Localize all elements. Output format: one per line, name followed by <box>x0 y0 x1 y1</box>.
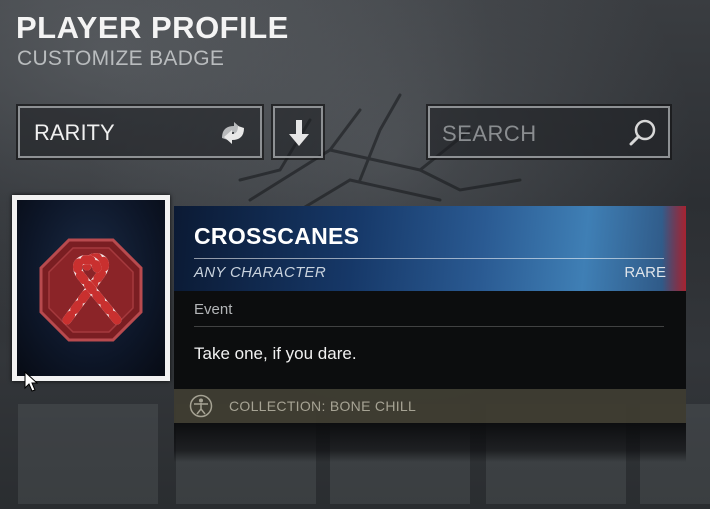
swap-arrows-icon[interactable] <box>216 118 250 148</box>
selected-badge-card[interactable] <box>12 195 170 381</box>
collection-label: COLLECTION: BONE CHILL <box>229 398 417 414</box>
search-field[interactable]: SEARCH <box>426 104 672 160</box>
magnifier-icon[interactable] <box>628 118 658 148</box>
crossed-candy-canes-icon <box>39 238 143 342</box>
header-divider <box>194 258 664 259</box>
page-subtitle: CUSTOMIZE BADGE <box>17 47 225 70</box>
badge-owner: ANY CHARACTER <box>194 264 326 281</box>
search-input[interactable]: SEARCH <box>442 121 537 147</box>
vitruvian-man-icon <box>189 394 213 418</box>
tooltip-body: Event Take one, if you dare. <box>174 291 686 389</box>
rarity-filter-dropdown[interactable]: RARITY <box>16 104 264 160</box>
badge-category: Event <box>194 301 233 318</box>
badge-description: Take one, if you dare. <box>194 344 357 363</box>
badge-rarity: RARE <box>624 264 666 281</box>
badge-name: CROSSCANES <box>194 223 360 249</box>
page-title: PLAYER PROFILE <box>16 10 289 45</box>
collection-bar: COLLECTION: BONE CHILL <box>174 389 686 423</box>
mouse-cursor-icon <box>24 371 38 392</box>
arrow-down-icon <box>289 120 309 146</box>
tooltip-footer <box>174 423 686 462</box>
sort-order-button[interactable] <box>271 104 325 160</box>
body-divider <box>194 326 664 327</box>
badge-tooltip: CROSSCANES ANY CHARACTER RARE Event Take… <box>174 200 686 462</box>
tooltip-header: CROSSCANES ANY CHARACTER RARE <box>174 206 686 291</box>
rarity-filter-label: RARITY <box>34 120 115 145</box>
